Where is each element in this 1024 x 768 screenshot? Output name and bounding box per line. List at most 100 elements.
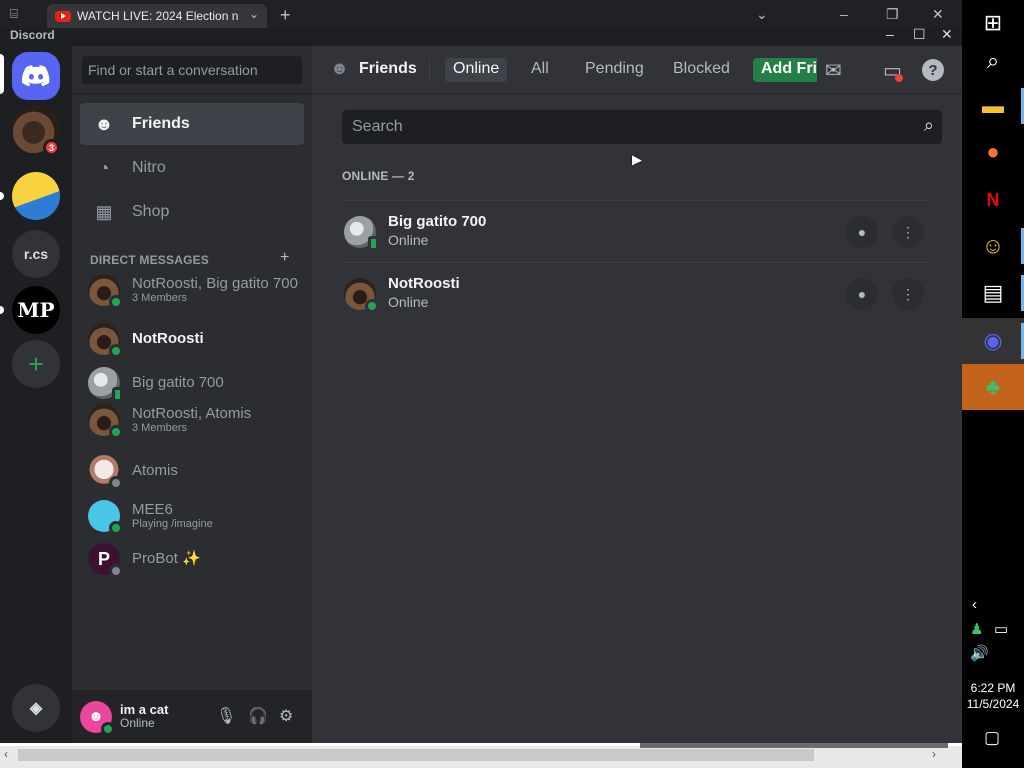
user-status: Online <box>120 716 155 731</box>
online-status-icon <box>365 298 379 313</box>
app-minimize-button[interactable]: – <box>886 26 894 42</box>
online-count-header: ONLINE — 2 <box>342 169 415 183</box>
tab-list-dropdown[interactable]: ⌄ <box>756 6 768 23</box>
divider <box>429 60 430 82</box>
dm-item[interactable]: MEE6 Playing /imagine <box>80 494 304 538</box>
more-options-button[interactable]: ⋮ <box>892 216 924 248</box>
dm-name: NotRoosti <box>132 330 204 348</box>
dm-subtitle: 3 Members <box>132 292 188 305</box>
browser-minimize-button[interactable]: – <box>840 6 848 22</box>
discover-button[interactable]: ◈ <box>12 684 60 732</box>
message-button[interactable]: ● <box>846 278 878 310</box>
windows-taskbar: ⊞ ⌕ ▬ ● N ☺ ▤ ◉ ♣ ‹ ♟ ▭ 🔊 6:22 PM 11/5/2… <box>962 0 1024 768</box>
dm-name: Atomis <box>132 462 178 480</box>
dm-name: ProBot ✨ <box>132 550 201 568</box>
search-placeholder: Search <box>352 118 403 135</box>
avatar <box>88 500 123 535</box>
network-icon[interactable]: ▭ <box>994 620 1008 638</box>
online-status-icon <box>109 425 123 439</box>
friends-title: ☻ Friends <box>330 58 417 79</box>
create-dm-button[interactable]: + <box>280 249 289 267</box>
dm-header: DIRECT MESSAGES <box>90 253 210 267</box>
help-icon[interactable]: ? <box>922 59 944 81</box>
browser-tab[interactable]: WATCH LIVE: 2024 Election n ⌄ <box>47 4 267 28</box>
dm-item[interactable]: NotRoosti, Big gatito 700 3 Members <box>80 268 304 312</box>
tab-close-icon[interactable]: ⌄ <box>249 7 259 21</box>
friend-name: NotRoosti <box>388 275 460 293</box>
message-button[interactable]: ● <box>846 216 878 248</box>
file-explorer-icon[interactable]: ▬ <box>962 83 1024 129</box>
dm-item[interactable]: P ProBot ✨ <box>80 537 304 581</box>
taskbar-clock[interactable]: 6:22 PM 11/5/2024 <box>962 680 1024 712</box>
server-yellow[interactable] <box>12 172 60 220</box>
notification-center-icon[interactable]: ▢ <box>984 728 1000 748</box>
dm-item[interactable]: NotRoosti, Atomis 3 Members <box>80 398 304 442</box>
friend-row[interactable]: Big gatito 700 Online ● ⋮ <box>342 200 927 262</box>
avatar <box>344 215 379 251</box>
conversation-search-input[interactable]: Find or start a conversation <box>82 56 302 84</box>
show-hidden-icons-chevron[interactable]: ‹ <box>972 596 977 613</box>
new-tab-button[interactable]: + <box>280 5 291 26</box>
settings-gear-icon[interactable]: ⚙ <box>279 706 293 726</box>
nav-friends[interactable]: ☻ Friends <box>80 103 304 145</box>
tab-pending[interactable]: Pending <box>577 58 652 82</box>
avatar <box>88 455 123 490</box>
browser-tab-title: WATCH LIVE: 2024 Election n <box>77 9 239 23</box>
add-server-button[interactable]: + <box>12 340 60 388</box>
app-maximize-button[interactable]: ☐ <box>913 26 926 43</box>
more-vertical-icon: ⋮ <box>901 285 915 302</box>
avatar: P <box>88 543 123 578</box>
tab-all[interactable]: All <box>523 58 557 82</box>
scroll-track-thumb[interactable] <box>640 743 948 748</box>
dm-sidebar: Find or start a conversation ☻ Friends ◔… <box>72 46 312 743</box>
nav-friends-label: Friends <box>132 115 190 132</box>
nav-nitro-label: Nitro <box>132 159 166 176</box>
new-group-dm-icon[interactable]: ✉ <box>825 58 842 83</box>
runner-app-icon[interactable]: ☺ <box>962 223 1024 269</box>
online-status-icon <box>109 295 123 309</box>
browser-close-button[interactable]: ✕ <box>932 6 944 23</box>
browser-tab-strip: ⌸ WATCH LIVE: 2024 Election n ⌄ + ⌄ – ❐ … <box>0 0 962 28</box>
dm-item[interactable]: Atomis <box>80 449 304 493</box>
tab-blocked[interactable]: Blocked <box>665 58 738 82</box>
add-friend-button[interactable]: Add Friend <box>753 58 817 82</box>
nitro-icon: ◔ <box>98 157 110 178</box>
user-avatar[interactable]: ☻ <box>80 700 115 736</box>
microphone-icon[interactable]: 🎙 <box>216 706 236 726</box>
unread-pill <box>0 192 4 200</box>
browser-restore-button[interactable]: ❐ <box>886 6 899 23</box>
friends-search-input[interactable]: Search ⌕ <box>342 110 942 144</box>
people-app-icon[interactable]: ♣ <box>962 364 1024 410</box>
user-panel: ☻ im a cat Online 🎙 🎧 ⚙ <box>72 690 312 743</box>
news-app-icon[interactable]: ▤ <box>962 270 1024 316</box>
scroll-right-icon[interactable]: › <box>932 747 936 761</box>
volume-icon[interactable]: 🔊 <box>970 644 989 662</box>
people-tray-icon[interactable]: ♟ <box>970 620 983 638</box>
nav-nitro[interactable]: ◔ Nitro <box>80 147 304 189</box>
scrollbar-thumb[interactable] <box>18 749 814 761</box>
friend-status: Online <box>388 232 429 249</box>
server-rcs[interactable]: r.cs <box>12 230 60 278</box>
friends-icon: ☻ <box>330 58 349 78</box>
friends-toolbar: ☻ Friends Online All Pending Blocked Add… <box>312 46 962 94</box>
server-mp[interactable]: MP <box>12 286 60 334</box>
tab-search-icon[interactable]: ⌸ <box>10 6 18 22</box>
firefox-icon[interactable]: ● <box>962 129 1024 175</box>
discord-taskbar-icon[interactable]: ◉ <box>962 318 1024 364</box>
dm-name: NotRoosti, Atomis <box>132 405 252 423</box>
nav-shop[interactable]: ▦ Shop <box>80 191 304 233</box>
more-options-button[interactable]: ⋮ <box>892 278 924 310</box>
mention-badge: 3 <box>43 139 60 156</box>
friend-row[interactable]: NotRoosti Online ● ⋮ <box>342 262 927 324</box>
dm-item[interactable]: NotRoosti <box>80 317 304 361</box>
search-icon[interactable]: ⌕ <box>962 38 1024 84</box>
headphones-icon[interactable]: 🎧 <box>248 706 268 726</box>
netflix-icon[interactable]: N <box>962 177 1024 223</box>
shop-icon: ▦ <box>95 201 113 222</box>
app-close-button[interactable]: ✕ <box>941 26 953 43</box>
tab-online[interactable]: Online <box>445 58 508 82</box>
discord-home-button[interactable] <box>12 52 60 100</box>
friends-icon: ☻ <box>94 113 114 134</box>
friends-title-label: Friends <box>358 59 417 77</box>
scroll-left-icon[interactable]: ‹ <box>4 747 8 761</box>
